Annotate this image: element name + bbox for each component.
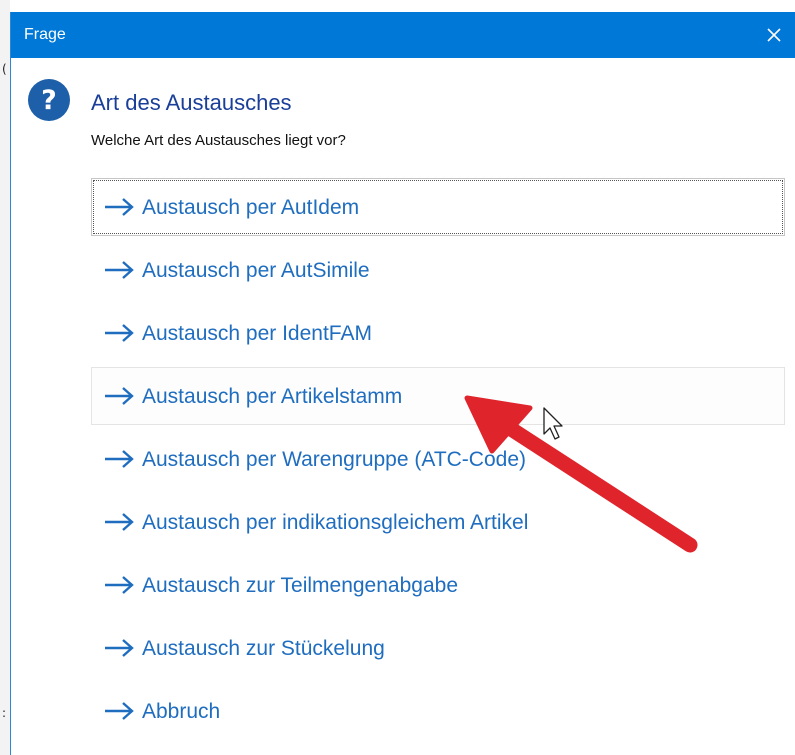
close-button[interactable] xyxy=(752,12,795,58)
question-icon: ? xyxy=(28,79,70,121)
option-label: Austausch per Warengruppe (ATC-Code) xyxy=(142,448,526,471)
background-glyph: ( xyxy=(2,62,7,76)
option-indikationsgleich[interactable]: Austausch per indikationsgleichem Artike… xyxy=(91,493,785,551)
question-dialog: Frage ? Art des Austausches Welche Art d… xyxy=(10,12,795,755)
dialog-question: Welche Art des Austausches liegt vor? xyxy=(91,132,346,149)
background-glyph: : xyxy=(2,706,7,720)
option-warengruppe[interactable]: Austausch per Warengruppe (ATC-Code) xyxy=(91,430,785,488)
arrow-right-icon xyxy=(105,702,134,720)
dialog-heading: Art des Austausches xyxy=(91,90,292,115)
arrow-right-icon xyxy=(105,387,134,405)
arrow-right-icon xyxy=(105,513,134,531)
option-teilmengenabgabe[interactable]: Austausch zur Teilmengenabgabe xyxy=(91,556,785,614)
option-label: Austausch per AutSimile xyxy=(142,259,370,282)
title-bar: Frage xyxy=(11,12,795,58)
option-identfam[interactable]: Austausch per IdentFAM xyxy=(91,304,785,362)
option-label: Austausch zur Teilmengenabgabe xyxy=(142,574,458,597)
option-label: Austausch zur Stückelung xyxy=(142,637,385,660)
arrow-right-icon xyxy=(105,450,134,468)
option-label: Abbruch xyxy=(142,700,221,723)
arrow-right-icon xyxy=(105,261,134,279)
option-autidem[interactable]: Austausch per AutIdem xyxy=(91,178,785,236)
window-title: Frage xyxy=(24,26,66,43)
arrow-right-icon xyxy=(105,639,134,657)
option-label: Austausch per Artikelstamm xyxy=(142,385,403,408)
option-autsimile[interactable]: Austausch per AutSimile xyxy=(91,241,785,299)
option-list: Austausch per AutIdem Austausch per AutS… xyxy=(91,178,785,745)
option-label: Austausch per AutIdem xyxy=(142,196,360,219)
arrow-right-icon xyxy=(105,576,134,594)
option-stueckelung[interactable]: Austausch zur Stückelung xyxy=(91,619,785,677)
arrow-right-icon xyxy=(105,324,134,342)
background-window-strip: ( : xyxy=(0,0,10,755)
close-icon xyxy=(767,28,781,42)
option-artikelstamm[interactable]: Austausch per Artikelstamm xyxy=(91,367,785,425)
option-abbruch[interactable]: Abbruch xyxy=(91,682,785,740)
option-label: Austausch per IdentFAM xyxy=(142,322,372,345)
option-label: Austausch per indikationsgleichem Artike… xyxy=(142,511,529,534)
arrow-right-icon xyxy=(105,198,134,216)
